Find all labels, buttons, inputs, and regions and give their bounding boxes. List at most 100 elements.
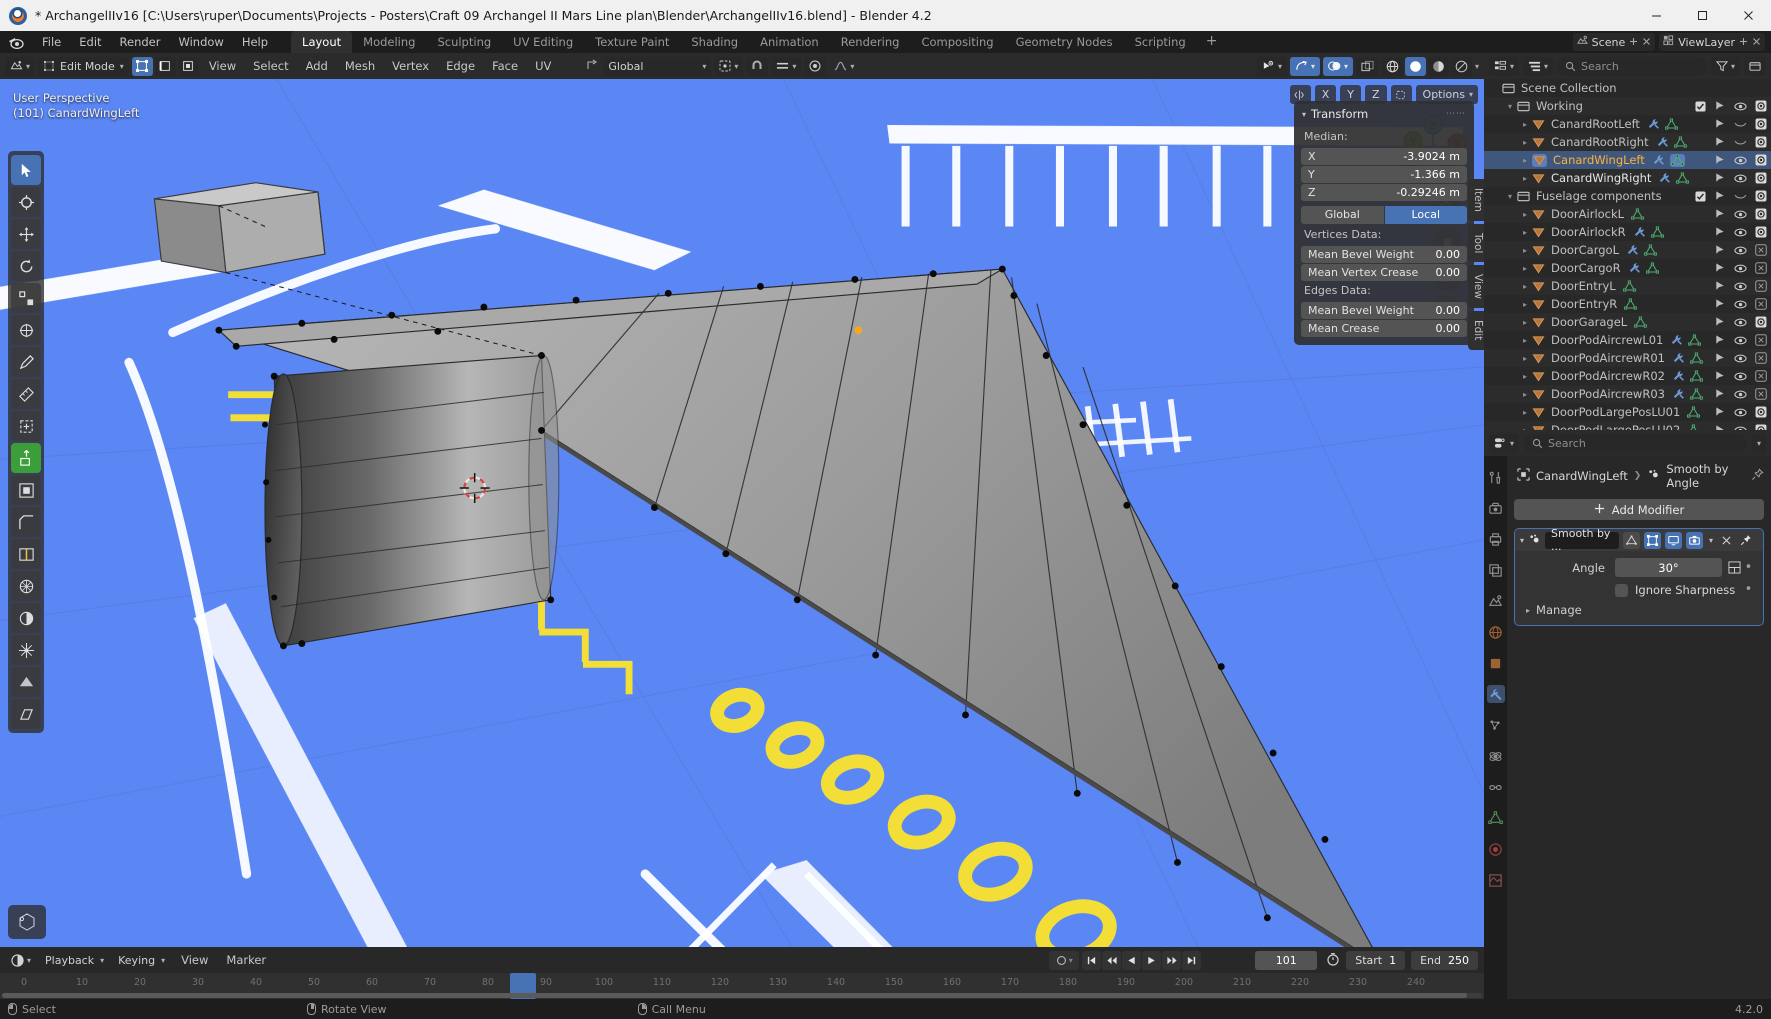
viewport-menu-mesh[interactable]: Mesh [338,55,382,77]
scene-selector[interactable]: Scene [1572,33,1656,51]
tab-sculpting[interactable]: Sculpting [426,31,502,53]
view-layer-selector[interactable]: ViewLayer [1659,33,1765,51]
tool-spin-icon[interactable] [11,635,41,665]
chevron-right-icon[interactable]: ▸ [1518,264,1532,273]
camera-icon[interactable] [1755,154,1767,166]
remove-view-layer-icon[interactable] [1752,36,1761,49]
chevron-right-icon[interactable]: ▸ [1518,300,1532,309]
eye-icon[interactable] [1734,101,1747,112]
viewport-menu-vertex[interactable]: Vertex [385,55,436,77]
eye-closed-icon[interactable] [1734,119,1747,130]
tool-tweak-icon[interactable] [11,155,41,185]
tool-scale-icon[interactable] [11,283,41,313]
wrench-icon[interactable] [1670,334,1683,347]
mesh-data-icon[interactable] [1673,135,1687,149]
mesh-data-icon[interactable] [1645,261,1659,275]
angle-value-field[interactable]: 30° [1615,558,1722,577]
material-preview-shading-icon[interactable] [1427,56,1449,76]
prev-keyframe-icon[interactable] [1102,950,1122,970]
interaction-mode-dropdown[interactable]: Edit Mode ▾ [38,56,129,76]
timeline-editor-type-button[interactable]: ▾ [6,950,37,970]
cursor-icon[interactable] [1714,334,1726,346]
cursor-icon[interactable] [1714,370,1726,382]
viewport-3d[interactable]: User Perspective (101) CanardWingLeft X … [0,79,1484,947]
camera-icon[interactable] [1755,316,1767,328]
outliner-tree[interactable]: Scene Collection ▾ Working ▸ CanardRootLeft ▸… [1484,79,1771,430]
angle-input-node-icon[interactable] [1727,558,1742,577]
chevron-down-icon[interactable]: ▾ [1503,192,1517,201]
eye-icon[interactable] [1734,389,1747,400]
mesh-data-icon[interactable] [1676,171,1690,185]
tab-shading[interactable]: Shading [680,31,749,53]
outliner-new-collection-icon[interactable] [1744,56,1766,76]
breadcrumb-modifier-name[interactable]: Smooth by Angle [1666,462,1745,490]
camera-icon[interactable] [1755,406,1767,418]
chevron-down-icon[interactable]: ▾ [1503,102,1517,111]
mesh-data-icon[interactable] [1624,297,1638,311]
chevron-right-icon[interactable]: ▸ [1518,336,1532,345]
jump-end-icon[interactable] [1182,950,1202,970]
sidebar-tab-view[interactable]: View [1468,265,1484,309]
tool-shear-icon[interactable] [11,699,41,729]
new-scene-icon[interactable] [1629,36,1638,49]
camera-off-icon[interactable] [1755,298,1767,310]
wrench-icon[interactable] [1672,352,1685,365]
frame-end-field[interactable]: End 250 [1411,950,1478,970]
wrench-icon[interactable] [1647,118,1660,131]
chevron-right-icon[interactable]: ▸ [1518,246,1532,255]
cursor-icon[interactable] [1714,262,1726,274]
median-x-field[interactable]: X -3.9024 m [1301,148,1467,165]
wrench-icon[interactable] [1658,172,1671,185]
camera-off-icon[interactable] [1755,334,1767,346]
eye-icon[interactable] [1734,317,1747,328]
chevron-right-icon[interactable]: ▸ [1518,318,1532,327]
cursor-icon[interactable] [1714,190,1726,202]
eye-icon[interactable] [1734,245,1747,256]
wrench-icon[interactable] [1672,370,1685,383]
outliner-row-doorpodlargeposlu02[interactable]: ▸ DoorPodLargePosLU02 [1484,421,1771,430]
tool-rotate-icon[interactable] [11,251,41,281]
eye-icon[interactable] [1734,371,1747,382]
edge-select-icon[interactable] [154,56,176,76]
camera-off-icon[interactable] [1755,388,1767,400]
solid-shading-icon[interactable] [1404,56,1426,76]
tab-scripting[interactable]: Scripting [1124,31,1197,53]
viewport-menu-add[interactable]: Add [299,55,335,77]
maximize-button[interactable] [1679,0,1725,31]
eye-icon[interactable] [1734,227,1747,238]
editor-type-button[interactable]: ▾ [5,56,36,76]
cursor-icon[interactable] [1714,244,1726,256]
tool-loop-cut-icon[interactable] [11,539,41,569]
global-space-button[interactable]: Global [1301,206,1384,224]
tab-object-data[interactable] [1487,809,1505,827]
transform-panel-header[interactable]: ▾ Transform ⋯⋯ [1294,106,1474,128]
cursor-icon[interactable] [1714,298,1726,310]
properties-options-dropdown[interactable]: ▾ [1751,433,1766,453]
tab-layout[interactable]: Layout [291,31,353,53]
angle-animate-dot[interactable]: • [1742,561,1755,574]
outliner-display-mode-dropdown[interactable]: ▾ [1523,56,1554,76]
outliner-row-doorairlockr[interactable]: ▸ DoorAirlockR [1484,223,1771,241]
outliner-search-input[interactable]: Search [1557,56,1707,76]
snap-magnet-icon[interactable] [746,56,769,76]
mesh-data-icon[interactable] [1631,207,1644,221]
modifier-pin-icon[interactable] [1740,531,1752,550]
timeline-playback-dropdown[interactable]: Playback ▾ [40,950,110,970]
outliner-row-canardrootleft[interactable]: ▸ CanardRootLeft [1484,115,1771,133]
camera-off-icon[interactable] [1755,280,1767,292]
timeline-ruler[interactable]: 0 10 20 30 40 50 60 70 80 90 100 110 120 130 140 150 160… [0,973,1484,999]
tool-move-icon[interactable] [11,219,41,249]
tab-scene[interactable] [1487,592,1505,610]
eye-icon[interactable] [1734,407,1747,418]
viewport-menu-edge[interactable]: Edge [439,55,482,77]
timeline-scrollbar[interactable] [2,993,1482,998]
chevron-right-icon[interactable]: ▸ [1518,354,1532,363]
cursor-icon[interactable] [1714,226,1726,238]
play-icon[interactable] [1142,950,1162,970]
sidebar-tab-edit[interactable]: Edit [1468,311,1484,350]
cursor-icon[interactable] [1714,388,1726,400]
modifier-edit-mode-display-toggle[interactable] [1623,531,1641,549]
chevron-right-icon[interactable]: ▸ [1518,426,1532,431]
jump-start-icon[interactable] [1082,950,1102,970]
transform-orientation-dropdown[interactable]: Global ▾ [603,56,712,76]
